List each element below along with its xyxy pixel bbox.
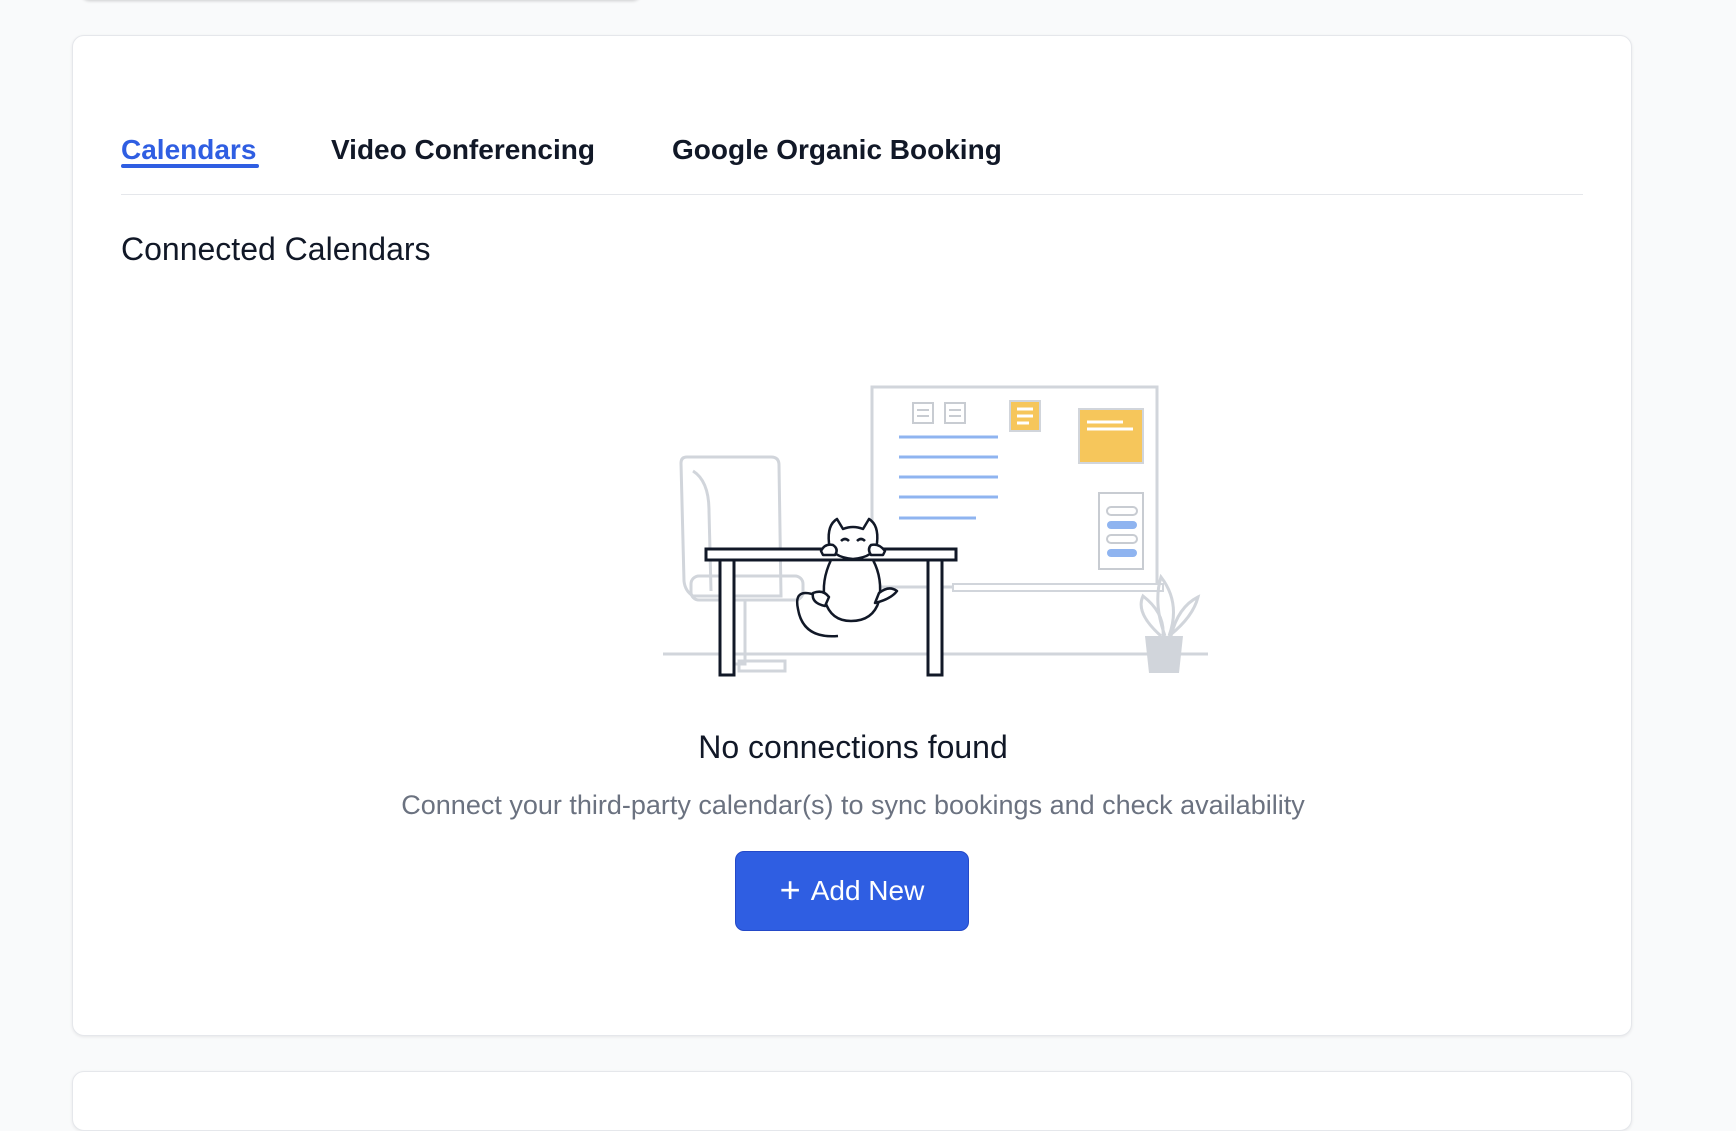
section-title: Connected Calendars	[121, 231, 431, 267]
next-card-edge	[72, 1071, 1632, 1131]
empty-state-title: No connections found	[698, 729, 1008, 765]
tab-calendars[interactable]: Calendars	[121, 134, 259, 168]
tab-bar: Calendars Video Conferencing Google Orga…	[121, 100, 1583, 195]
cat-at-desk-illustration	[663, 385, 1208, 677]
integrations-card: Calendars Video Conferencing Google Orga…	[72, 35, 1632, 1036]
add-new-button-label: Add New	[810, 875, 925, 906]
tab-google-organic-booking-label: Google Organic Booking	[672, 134, 1002, 165]
tab-video-conferencing-label: Video Conferencing	[331, 134, 595, 165]
tab-video-conferencing[interactable]: Video Conferencing	[331, 134, 595, 166]
chair-shape	[679, 455, 805, 673]
tab-calendars-label: Calendars	[121, 134, 257, 165]
add-new-button[interactable]: + Add New	[735, 851, 969, 931]
tab-google-organic-booking[interactable]: Google Organic Booking	[672, 134, 1002, 166]
plus-icon: +	[779, 868, 801, 910]
active-tab-indicator	[121, 163, 259, 168]
empty-state-description: Connect your third-party calendar(s) to …	[401, 790, 1305, 820]
